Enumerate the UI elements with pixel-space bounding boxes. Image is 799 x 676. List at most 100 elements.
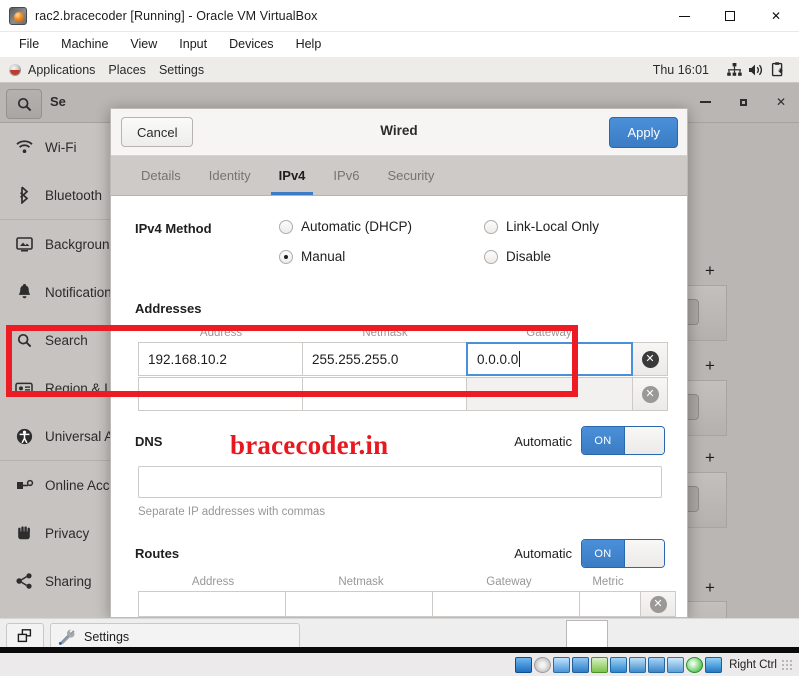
dns-input[interactable] (138, 466, 662, 498)
gnome-places-menu[interactable]: Places (108, 63, 159, 77)
radio-circle-icon (279, 219, 293, 234)
route-gateway-input-1[interactable] (432, 591, 580, 617)
radio-label: Link-Local Only (506, 219, 600, 234)
routes-toggle-knob (624, 540, 664, 567)
resize-grip[interactable] (781, 658, 793, 671)
routes-automatic-toggle[interactable]: ON (581, 539, 665, 568)
routes-column-header-metric: Metric (592, 576, 624, 588)
ipv4-method-label: IPv4 Method (135, 221, 212, 236)
volume-icon[interactable] (745, 63, 767, 77)
addresses-section-title: Addresses (135, 301, 202, 316)
add-network-button-1[interactable]: + (697, 258, 723, 284)
gnome-settings-menu[interactable]: Settings (159, 63, 217, 77)
audio-icon[interactable] (553, 656, 571, 673)
radio-circle-selected-icon (279, 249, 293, 264)
host-minimize-button[interactable] (661, 0, 707, 32)
keyboard-icon (13, 382, 35, 395)
menu-devices[interactable]: Devices (218, 34, 284, 55)
menu-machine[interactable]: Machine (50, 34, 119, 55)
gnome-clock[interactable]: Thu 16:01 (653, 63, 709, 77)
wifi-icon (13, 140, 35, 154)
wired-connection-dialog: Cancel Wired Apply Details Identity IPv4… (110, 108, 688, 618)
netmask-input-2[interactable] (302, 377, 467, 411)
gnome-applications-menu[interactable]: Applications (28, 63, 108, 77)
optical-disk-icon[interactable] (534, 656, 552, 673)
gnome-status-area[interactable]: Thu 16:01 (653, 62, 799, 77)
settings-close-button[interactable]: ✕ (771, 92, 791, 112)
hard-disk-icon[interactable] (515, 656, 533, 673)
host-close-button[interactable]: ✕ (753, 0, 799, 32)
bluetooth-icon (13, 186, 35, 204)
settings-maximize-button[interactable] (733, 92, 753, 112)
menu-help[interactable]: Help (285, 34, 333, 55)
address-input-1[interactable]: 192.168.10.2 (138, 342, 303, 376)
add-network-button-2[interactable]: + (697, 353, 723, 379)
menu-view[interactable]: View (119, 34, 168, 55)
tab-details[interactable]: Details (127, 156, 195, 195)
dns-automatic-toggle[interactable]: ON (581, 426, 665, 455)
route-address-input-1[interactable] (138, 591, 286, 617)
sidebar-item-label: Region & L (45, 380, 112, 396)
delete-address-button-1[interactable]: ✕ (632, 342, 668, 376)
background-icon (13, 236, 35, 252)
menu-file[interactable]: File (8, 34, 50, 55)
radio-label: Disable (506, 249, 552, 264)
network-row-placeholder-4 (683, 601, 727, 618)
tab-identity[interactable]: Identity (195, 156, 265, 195)
radio-label: Manual (301, 249, 346, 264)
search-icon[interactable] (6, 89, 42, 119)
gnome-activities-icon[interactable] (9, 63, 21, 76)
radio-manual[interactable]: Manual (279, 249, 345, 264)
gateway-input-2[interactable] (466, 377, 633, 411)
route-netmask-input-1[interactable] (285, 591, 433, 617)
address-row-2: ✕ (138, 377, 668, 411)
tab-ipv4[interactable]: IPv4 (265, 156, 320, 195)
add-network-button-4[interactable]: + (697, 575, 723, 601)
settings-tools-icon (58, 628, 76, 645)
network-icon[interactable] (723, 62, 745, 77)
add-network-button-3[interactable]: + (697, 445, 723, 471)
radio-circle-icon (484, 249, 498, 264)
host-window-controls: ✕ (661, 0, 799, 32)
host-key-icon[interactable] (705, 656, 723, 673)
route-metric-input-1[interactable] (579, 591, 641, 617)
settings-minimize-button[interactable] (695, 92, 715, 112)
watermark-text: bracecoder.in (230, 430, 389, 460)
delete-address-button-2[interactable]: ✕ (632, 377, 668, 411)
text-caret (519, 351, 521, 367)
share-icon (13, 573, 35, 589)
host-maximize-button[interactable] (707, 0, 753, 32)
network-icon[interactable] (572, 656, 590, 673)
sidebar-item-label: Universal A (45, 428, 114, 444)
menu-input[interactable]: Input (168, 34, 218, 55)
sidebar-item-label: Sharing (45, 573, 92, 589)
virtualization-icon[interactable] (667, 656, 685, 673)
radio-circle-icon (484, 219, 498, 234)
clipboard-icon[interactable] (767, 62, 789, 77)
tab-ipv6[interactable]: IPv6 (319, 156, 373, 195)
dialog-tabs: Details Identity IPv4 IPv6 Security (111, 156, 687, 196)
radio-link-local-only[interactable]: Link-Local Only (484, 219, 599, 234)
delete-route-button-1[interactable]: ✕ (640, 591, 676, 617)
apply-button[interactable]: Apply (609, 117, 678, 148)
routes-column-header-address: Address (191, 576, 235, 588)
display-icon[interactable] (629, 656, 647, 673)
taskbar-task-settings[interactable]: Settings (50, 623, 300, 650)
radio-automatic-dhcp[interactable]: Automatic (DHCP) (279, 219, 412, 234)
address-input-2[interactable] (138, 377, 303, 411)
mouse-integration-icon[interactable] (686, 656, 704, 673)
recording-icon[interactable] (648, 656, 666, 673)
radio-disable[interactable]: Disable (484, 249, 551, 264)
usb-icon[interactable] (591, 656, 609, 673)
dns-section-title: DNS (135, 434, 163, 449)
tab-security[interactable]: Security (373, 156, 448, 195)
dns-toggle-knob (624, 427, 664, 454)
gateway-input-1[interactable]: 0.0.0.0 (466, 342, 633, 376)
restore-windows-icon[interactable] (6, 623, 44, 649)
shared-folders-icon[interactable] (610, 656, 628, 673)
netmask-input-1[interactable]: 255.255.255.0 (302, 342, 467, 376)
radio-label: Automatic (DHCP) (301, 219, 413, 234)
screen-bottom-edge (0, 647, 799, 653)
settings-window-controls: ✕ (695, 92, 791, 112)
routes-section-title: Routes (135, 546, 180, 561)
